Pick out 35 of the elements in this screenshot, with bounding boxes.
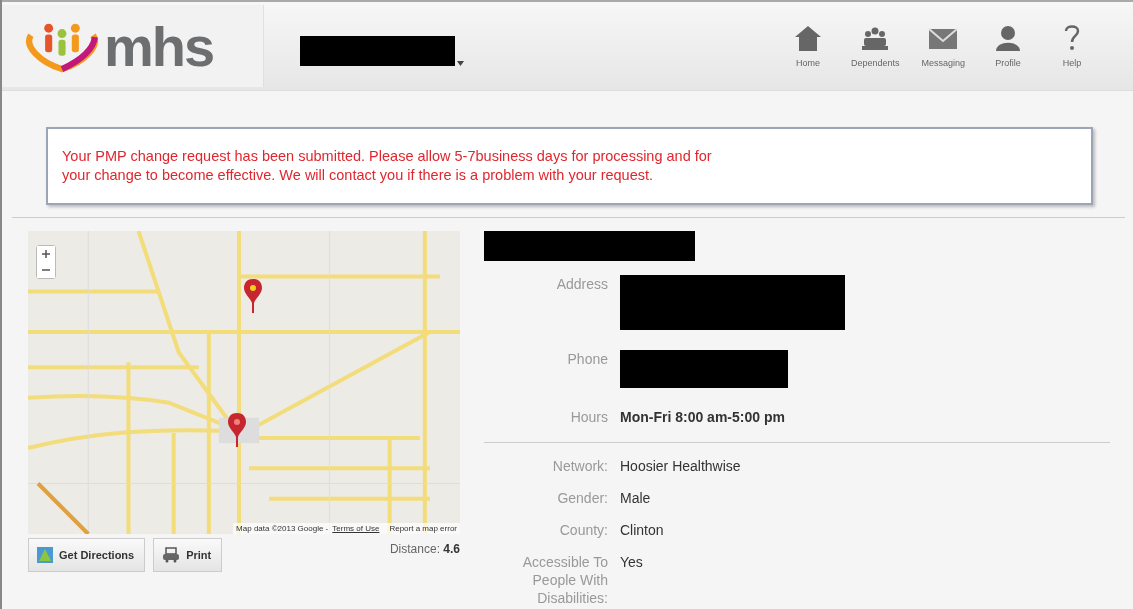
nav-link[interactable]: Help xyxy=(1051,24,1093,68)
field-label: County: xyxy=(558,521,608,539)
field-value: Hoosier Healthwise xyxy=(620,457,741,475)
printer-icon xyxy=(162,547,181,563)
terms-link[interactable]: Terms of Use xyxy=(332,524,380,533)
minus-icon xyxy=(42,266,50,274)
help-icon xyxy=(1064,24,1080,52)
map-icon xyxy=(37,547,53,563)
field-label: Phone xyxy=(566,350,608,369)
alert-message: Your PMP change request has been submitted. Please allow 5-7business days for processing and for your change to become effective. We will contact you if there is a problem with your request. xyxy=(62,147,712,185)
field-value: Mon-Fri 8:00 am-5:00 pm xyxy=(620,408,785,426)
person-icon xyxy=(994,24,1022,52)
field-label: Accessible To People With Disabilities: xyxy=(521,553,608,607)
field-label: Address xyxy=(555,275,608,294)
distance-text: Distance: 4.6 xyxy=(389,541,460,556)
nav-link[interactable]: Home xyxy=(786,24,829,68)
field-label: Gender: xyxy=(556,489,608,507)
house-icon xyxy=(793,24,822,52)
map-attribution: Map data ©2013 Google - xyxy=(236,524,329,533)
field-value: Yes xyxy=(620,553,643,572)
map-pin-icon xyxy=(228,413,246,447)
field-value: Male xyxy=(620,489,651,507)
field-label: Network: xyxy=(551,457,608,475)
field-value: Clinton xyxy=(620,521,664,539)
report-link[interactable]: Report a map error xyxy=(389,524,457,533)
map-pin-icon xyxy=(244,279,262,313)
action-button[interactable]: Print xyxy=(153,538,223,572)
field-label: Hours xyxy=(569,408,608,426)
action-button[interactable]: Get Directions xyxy=(28,538,146,572)
nav-link[interactable]: Messaging xyxy=(921,24,965,68)
nav-link[interactable]: Profile xyxy=(987,24,1029,68)
logo-text: mhs xyxy=(104,13,214,79)
plus-icon xyxy=(42,250,50,258)
nav-link[interactable]: Dependents xyxy=(850,24,900,68)
caret-icon xyxy=(457,61,464,66)
